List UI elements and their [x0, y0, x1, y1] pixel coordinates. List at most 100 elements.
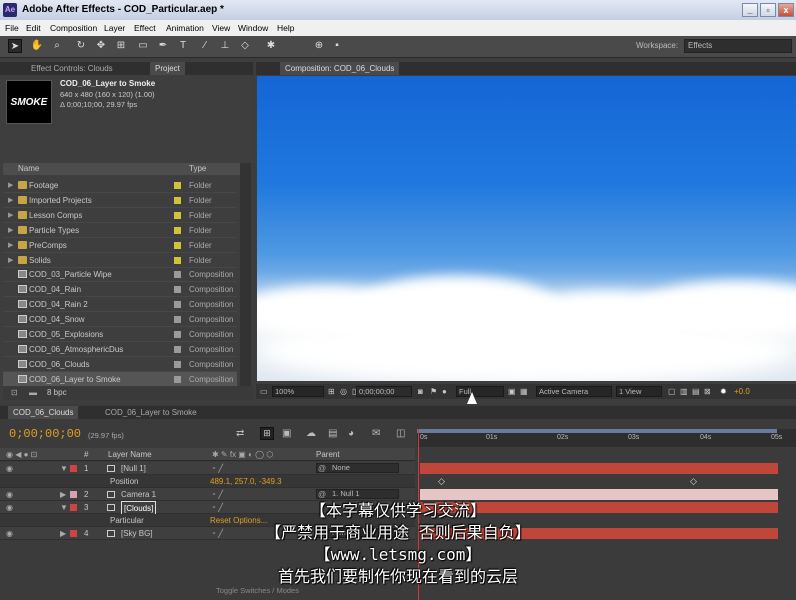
composition-viewer[interactable] [257, 76, 796, 381]
shy-icon[interactable]: ☁ [306, 428, 316, 439]
project-comp-name[interactable]: COD_06_Layer to Smoke [60, 79, 155, 88]
pan-behind-icon[interactable]: ⊞ [114, 39, 128, 53]
puppet-tool-icon[interactable]: ✱ [264, 39, 278, 53]
transparency-grid-icon[interactable]: ▦ [520, 384, 528, 399]
expand-triangle-icon[interactable]: ▶ [8, 178, 13, 193]
label-swatch[interactable] [174, 286, 181, 294]
camera-select[interactable]: Active Camera [536, 386, 612, 397]
parent-select[interactable]: None [316, 463, 399, 473]
fast-preview-icon[interactable]: ▥ [680, 384, 688, 399]
tab-effect-controls[interactable]: Effect Controls: Clouds [26, 62, 118, 75]
region-icon[interactable]: ▣ [508, 384, 516, 399]
axis-mode-icon[interactable]: ⊕ [312, 39, 326, 53]
minimize-button[interactable]: _ [742, 3, 758, 17]
eye-icon[interactable]: ◉ [6, 462, 13, 475]
label-swatch[interactable] [174, 375, 181, 383]
pick-whip-icon[interactable]: @ [318, 462, 326, 475]
channel-icon[interactable]: ● [442, 384, 447, 399]
menu-layer[interactable]: Layer [104, 20, 125, 36]
brainstorm-icon[interactable]: ✉ [372, 428, 380, 439]
label-swatch[interactable] [174, 331, 181, 338]
workspace-select[interactable]: Effects [684, 39, 792, 53]
label-swatch[interactable] [174, 345, 181, 353]
frame-blend-icon[interactable]: ▤ [328, 428, 337, 439]
project-item[interactable]: COD_03_Particle Wipe Composition [3, 267, 237, 283]
project-item[interactable]: COD_06_AtmosphericDus Composition [3, 342, 237, 357]
toggle-pixel-icon[interactable]: ▢ [668, 384, 676, 399]
flowchart-icon[interactable]: ⊠ [704, 384, 711, 399]
snap-icon[interactable]: ▪ [330, 39, 344, 53]
graph-editor-icon[interactable]: ◫ [396, 428, 405, 439]
exposure-value[interactable]: +0.0 [734, 384, 750, 399]
safe-zones-icon[interactable]: ⊞ [328, 384, 335, 399]
hand-tool-icon[interactable]: ✋ [30, 39, 44, 53]
layer-name[interactable]: [Null 1] [121, 462, 146, 475]
show-snapshot-icon[interactable]: ⚑ [430, 384, 437, 399]
label-swatch[interactable] [174, 182, 181, 189]
comp-mini-flowchart-icon[interactable]: ⇄ [236, 428, 244, 439]
brush-tool-icon[interactable]: ∕ [198, 39, 212, 53]
layer-label-color[interactable] [70, 491, 77, 498]
menu-window[interactable]: Window [238, 20, 268, 36]
layer-label-color[interactable] [70, 465, 77, 472]
label-swatch[interactable] [174, 360, 181, 368]
zoom-select[interactable]: 100% [272, 386, 324, 397]
layer-switches[interactable]: ⁃ ╱ [212, 462, 223, 475]
view-layout-select[interactable]: 1 View [616, 386, 662, 397]
label-swatch[interactable] [174, 256, 181, 264]
camera-icon[interactable]: ◙ [418, 384, 423, 399]
project-item[interactable]: COD_04_Snow Composition [3, 312, 237, 328]
exposure-icon[interactable]: ✹ [720, 384, 727, 399]
menu-effect[interactable]: Effect [134, 20, 156, 36]
keyframe-icon[interactable]: ◇ [438, 476, 445, 487]
layer-row[interactable]: Position 489.1, 257.0, -349.3 [0, 475, 415, 488]
selection-tool-icon[interactable]: ➤ [8, 39, 22, 53]
project-item[interactable]: COD_04_Rain 2 Composition [3, 297, 237, 313]
menu-view[interactable]: View [212, 20, 230, 36]
menu-animation[interactable]: Animation [166, 20, 204, 36]
project-item[interactable]: COD_05_Explosions Composition [3, 327, 237, 342]
text-tool-icon[interactable]: T [176, 39, 190, 53]
label-swatch[interactable] [174, 226, 181, 234]
clone-tool-icon[interactable]: ⊥ [218, 39, 232, 53]
tab-composition[interactable]: Composition: COD_06_Clouds [280, 62, 400, 75]
project-item[interactable]: ▶ PreComps Folder [3, 238, 237, 253]
layer-duration-bar[interactable] [420, 489, 778, 500]
twirl-icon[interactable]: ▼ [60, 462, 68, 475]
resolution-select[interactable]: Full [456, 386, 504, 397]
zoom-tool-icon[interactable]: ⌕ [50, 39, 64, 53]
project-item[interactable]: ▶ Particle Types Folder [3, 223, 237, 238]
expand-triangle-icon[interactable]: ▶ [8, 223, 13, 238]
new-folder-icon[interactable]: ▬ [29, 386, 37, 400]
expand-triangle-icon[interactable]: ▶ [8, 238, 13, 253]
tab-project[interactable]: Project [150, 62, 185, 75]
property-value[interactable]: 489.1, 257.0, -349.3 [210, 475, 282, 488]
close-button[interactable]: x [778, 3, 794, 17]
project-item[interactable]: ▶ Footage Folder [3, 178, 237, 193]
expand-triangle-icon[interactable]: ▶ [8, 208, 13, 223]
project-item[interactable]: COD_04_Rain Composition [3, 282, 237, 298]
label-swatch[interactable] [174, 196, 181, 204]
project-item[interactable]: COD_06_Layer to Smoke Composition [3, 371, 237, 387]
menu-composition[interactable]: Composition [50, 20, 97, 36]
pen-tool-icon[interactable]: ✒ [156, 39, 170, 53]
keyframe-icon[interactable]: ◇ [690, 476, 697, 487]
column-name[interactable]: Name [18, 163, 39, 175]
label-swatch[interactable] [174, 241, 181, 249]
label-swatch[interactable] [174, 271, 181, 279]
timeline-timecode[interactable]: 0;00;00;00 [9, 427, 81, 441]
mask-visibility-icon[interactable]: ◎ [340, 384, 347, 399]
property-name[interactable]: Position [110, 475, 138, 488]
parent-select[interactable]: 1. Null 1 [316, 489, 399, 499]
layer-row[interactable]: ◉ ▼ 1 [Null 1] None @ ⁃ ╱ [0, 462, 415, 475]
project-item[interactable]: COD_06_Clouds Composition [3, 357, 237, 372]
label-swatch[interactable] [174, 211, 181, 219]
menu-file[interactable]: File [5, 20, 19, 36]
always-preview-icon[interactable]: ▭ [260, 384, 268, 399]
comp-timecode[interactable]: 0;00;00;00 [356, 386, 412, 397]
tab-timeline-clouds[interactable]: COD_06_Clouds [8, 406, 79, 419]
motion-blur-icon[interactable]: ◕ [348, 428, 354, 439]
rotate-tool-icon[interactable]: ↻ [74, 39, 88, 53]
expand-triangle-icon[interactable]: ▶ [8, 253, 13, 268]
menu-edit[interactable]: Edit [26, 20, 41, 36]
